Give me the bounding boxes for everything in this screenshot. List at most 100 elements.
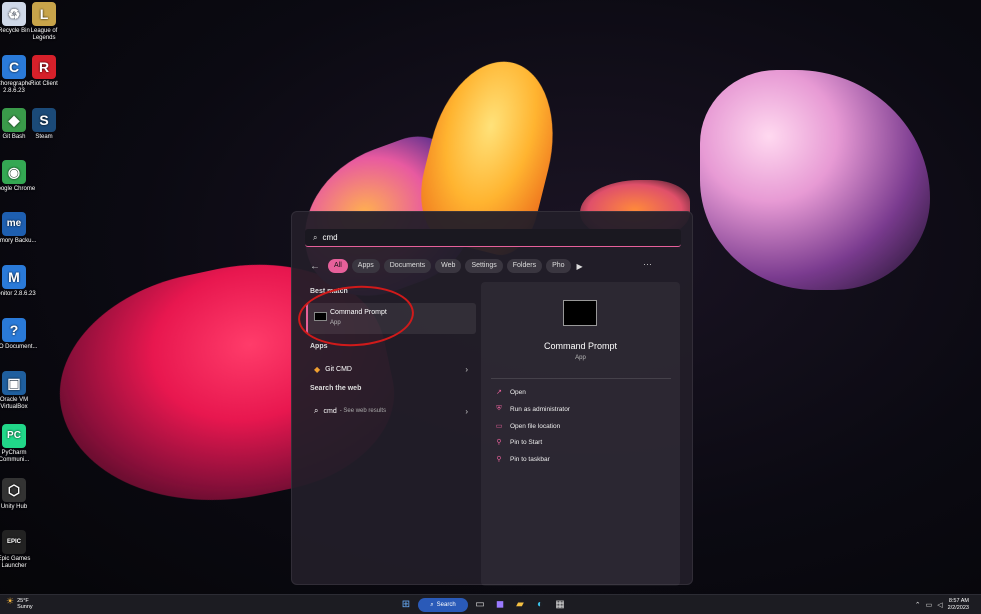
taskbar: ☀ 25°F Sunny ⊞ ⌕ Search ▭ ◼ ▰ ◐ ▦ ⌃ ▭ ◁ 8:… [0,594,981,614]
action-label: Open file location [510,422,561,430]
desktop-icon-label: Steam [35,134,53,140]
search-icon: ⌕ [313,232,318,242]
desktop-icon-label: Riot Client [30,81,58,87]
filter-photos[interactable]: Pho [546,259,571,273]
desktop-icon[interactable]: R Riot Client [20,55,68,88]
divider [491,378,671,379]
chat-icon[interactable]: ◼ [492,597,508,613]
web-heading: Search the web [310,385,362,392]
unity-icon: ⬡ [2,478,26,502]
search-box[interactable]: ⌕ [305,229,681,247]
chevron-up-icon[interactable]: ⌃ [915,601,921,609]
app-result-git-cmd[interactable]: ◆ Git CMD › [306,360,476,378]
windows-start-icon[interactable]: ⊞ [398,597,414,613]
clock-date: 2/2/2023 [947,605,969,611]
edge-icon[interactable]: ◐ [532,597,548,613]
desktop-icon-label: Epic Games Launcher [0,556,31,569]
pin-icon: ⚲ [496,456,502,463]
nao-doc-icon: ? [2,318,26,342]
taskbar-apps: ⊞ ⌕ Search ▭ ◼ ▰ ◐ ▦ [398,597,568,613]
task-view-icon[interactable]: ▭ [472,597,488,613]
weather-widget[interactable]: ☀ 25°F Sunny [6,596,33,611]
desktop-icon-label: Google Chrome [0,186,36,192]
sun-icon: ☀ [6,596,15,606]
git-icon: ◆ [314,364,321,374]
desktop-icon[interactable]: S Steam [20,108,68,141]
pycharm-icon: PC [2,424,26,448]
open-icon: ↗ [496,389,502,396]
apps-heading: Apps [310,343,328,350]
system-tray: ⌃ ▭ ◁ 8:57 AM 2/2/2023 [915,598,969,612]
weather-desc: Sunny [17,604,33,610]
desktop-icon[interactable]: me Memory Backu... [0,212,38,245]
web-result-cmd[interactable]: ⌕ cmd - See web results › [306,402,476,420]
filter-folders[interactable]: Folders [506,259,543,273]
desktop-icon-label: PyCharm Communi... [0,450,30,463]
filter-bar: ← All Apps Documents Web Settings Folder… [310,258,583,274]
monitor-icon: M [2,265,26,289]
more-options-icon[interactable]: ··· [643,259,652,269]
network-icon[interactable]: ▭ [926,601,933,609]
file-explorer-icon[interactable]: ▰ [512,597,528,613]
desktop-icon[interactable]: ▣ Oracle VM VirtualBox [0,371,38,411]
action-label: Pin to taskbar [510,455,550,463]
memory-backup-icon: me [2,212,26,236]
store-icon[interactable]: ▦ [552,597,568,613]
chevron-right-icon[interactable]: › [465,407,468,416]
scroll-right-icon[interactable]: ▶ [577,262,583,271]
desktop-icon-label: Unity Hub [0,504,28,510]
filter-all[interactable]: All [328,259,348,273]
desktop-icon-label: Monitor 2.8.6.23 [0,291,36,297]
taskbar-search-label: Search [436,602,456,608]
desktop-icon-label: League of Legends [30,28,58,41]
action-label: Open [510,388,526,396]
web-result-label: cmd [323,407,337,415]
desktop-icon-label: Memory Backu... [0,238,37,244]
pin-icon: ⚲ [496,439,502,446]
desktop-icon[interactable]: PC PyCharm Communi... [0,424,38,464]
start-menu: ⌕ ← All Apps Documents Web Settings Fold… [291,211,693,586]
filter-web[interactable]: Web [435,259,462,273]
detail-subtitle: App [575,355,586,361]
desktop-icon[interactable]: ◉ Google Chrome [0,160,38,193]
desktop-icon[interactable]: ⬡ Unity Hub [0,478,38,511]
league-icon: L [32,2,56,26]
volume-icon[interactable]: ◁ [937,601,942,609]
clock-time: 8:57 AM [948,598,969,604]
taskbar-search-button[interactable]: ⌕ Search [418,598,468,612]
filter-settings[interactable]: Settings [465,259,503,273]
epic-icon: EPIC [2,530,26,554]
desktop-icon[interactable]: EPIC Epic Games Launcher [0,530,38,570]
action-open-file-location[interactable]: ▭ Open file location [495,422,561,431]
action-open[interactable]: ↗ Open [495,388,526,397]
action-label: Run as administrator [510,405,570,413]
desktop-icon[interactable]: ? NAO Document... [0,318,38,351]
desktop-icon-label: NAO Document... [0,344,38,350]
detail-pane: Command Prompt App ↗ Open ⛨ Run as adminis… [481,282,680,586]
action-pin-to-taskbar[interactable]: ⚲ Pin to taskbar [495,455,550,464]
action-label: Pin to Start [510,438,543,446]
filter-documents[interactable]: Documents [383,259,432,273]
virtualbox-icon: ▣ [2,371,26,395]
search-icon: ⌕ [430,601,434,608]
chrome-icon: ◉ [2,160,26,184]
clock[interactable]: 8:57 AM 2/2/2023 [948,598,969,612]
riot-icon: R [32,55,56,79]
search-icon: ⌕ [314,406,319,415]
filter-apps[interactable]: Apps [351,259,380,273]
desktop-icon[interactable]: M Monitor 2.8.6.23 [0,265,38,298]
folder-icon: ▭ [495,423,503,430]
detail-title: Command Prompt [543,341,618,351]
action-pin-to-start[interactable]: ⚲ Pin to Start [495,438,543,447]
action-run-as-admin[interactable]: ⛨ Run as administrator [495,405,570,413]
desktop-icon[interactable]: L League of Legends [20,2,68,42]
terminal-icon [563,300,597,326]
desktop-icon-label: Oracle VM VirtualBox [0,397,29,410]
wallpaper-petal-pink [700,70,930,290]
shield-icon: ⛨ [496,405,502,412]
search-input[interactable] [322,233,623,242]
web-result-sub: - See web results [339,408,387,414]
back-arrow-icon[interactable]: ← [310,261,320,272]
chevron-right-icon[interactable]: › [465,365,468,374]
app-result-label: Git CMD [325,365,352,373]
